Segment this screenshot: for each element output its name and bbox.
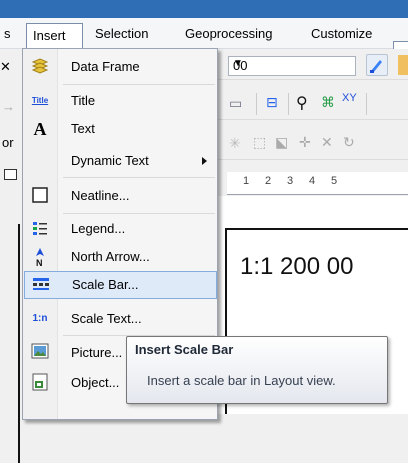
menu-item-label: Neatline... (71, 188, 130, 203)
menu-separator (63, 84, 215, 85)
submenu-arrow-icon (202, 157, 207, 165)
menu-item-insert[interactable]: Insert (26, 23, 83, 48)
ruler-label: 3 (287, 175, 294, 187)
sliver-label: or (2, 135, 14, 150)
move-icon[interactable]: ✛ (299, 134, 311, 151)
horizontal-ruler: 1 2 3 4 5 (227, 172, 408, 195)
menu-item-scale-text[interactable]: 1:n Scale Text... (24, 305, 217, 333)
menu-item-label: Title (71, 93, 96, 108)
scale-combo[interactable]: 00 ▼ (228, 56, 356, 76)
toolbar-separator (366, 93, 367, 115)
menu-item-text[interactable]: A Text (24, 115, 217, 143)
menu-item-dynamic-text[interactable]: Dynamic Text (24, 147, 217, 175)
menu-item-neatline[interactable]: Neatline... (24, 182, 217, 210)
binoculars-icon[interactable]: ⚲ (296, 93, 308, 113)
toolbar-icon-partial[interactable] (398, 55, 408, 75)
menu-item-label: Picture... (71, 345, 123, 360)
measure-icon[interactable]: ⊟ (266, 94, 278, 111)
tooltip-title: Insert Scale Bar (135, 342, 234, 357)
object-icon (29, 373, 51, 393)
scale-bar-icon (30, 276, 52, 296)
menu-item-label: Scale Text... (71, 311, 142, 326)
tooltip: Insert Scale Bar Insert a scale bar in L… (126, 336, 388, 404)
menu-item-label: Dynamic Text (71, 153, 149, 168)
menu-separator (63, 177, 215, 178)
menu-item-legend[interactable]: Legend... (24, 215, 217, 243)
menu-item-scale-bar[interactable]: Scale Bar... (24, 271, 217, 299)
menu-item-selection[interactable]: Selection (95, 24, 148, 44)
menu-item-partial[interactable]: s (4, 24, 11, 44)
toolbar-separator (288, 93, 289, 115)
data-frame-icon (29, 57, 51, 77)
scale-text-element[interactable]: 1:1 200 00 (240, 253, 353, 281)
north-arrow-icon: N (29, 247, 51, 268)
snap-icon[interactable]: ✳ (229, 135, 241, 152)
goto-xy-icon[interactable]: XY (342, 92, 357, 104)
toolbar-separator (256, 93, 257, 115)
picture-icon (29, 343, 51, 363)
hyperlink-icon[interactable]: ⌘ (321, 94, 335, 111)
pencil-icon (370, 60, 382, 73)
menu-item-geoprocessing[interactable]: Geoprocessing (185, 24, 272, 44)
left-toolbar-sliver: ✕ → or (0, 49, 23, 463)
toc-border (18, 224, 20, 463)
menu-item-label: Text (71, 121, 95, 136)
menu-separator (63, 213, 215, 214)
rotate-icon[interactable]: ↻ (343, 134, 355, 151)
menu-item-label: Legend... (71, 221, 126, 236)
ruler-label: 5 (331, 175, 338, 187)
menu-item-data-frame[interactable]: Data Frame (24, 53, 217, 81)
ruler-label: 4 (309, 175, 316, 187)
arrow-right-icon[interactable]: → (2, 99, 15, 114)
text-icon: A (33, 119, 47, 139)
editor-tool-button[interactable] (366, 54, 388, 76)
menu-item-label: North Arrow... (71, 249, 150, 264)
menu-item-label: Scale Bar... (72, 277, 139, 292)
menu-item-label: Object... (71, 375, 120, 390)
svg-text:N: N (36, 258, 43, 267)
chevron-down-icon[interactable]: ▼ (233, 58, 351, 69)
neatline-icon (29, 186, 51, 206)
ruler-label: 1 (243, 175, 250, 187)
menu-item-north-arrow[interactable]: N North Arrow... (24, 243, 217, 271)
tooltip-body: Insert a scale bar in Layout view. (147, 373, 336, 388)
legend-icon (29, 219, 51, 239)
menu-item-customize[interactable]: Customize (311, 24, 372, 44)
edit-vertices-icon[interactable]: ⬕ (275, 134, 288, 151)
cut-icon[interactable]: ✕ (321, 134, 333, 151)
frame-icon[interactable]: ⬚ (253, 134, 266, 151)
scale-text-icon: 1:n (32, 313, 48, 324)
close-icon[interactable]: ✕ (0, 59, 11, 75)
ruler-label: 2 (265, 175, 272, 187)
speech-icon[interactable]: ▭ (229, 95, 242, 112)
menu-item-title[interactable]: Title Title (24, 87, 217, 115)
window-title-strip (0, 0, 408, 18)
menu-item-label: Data Frame (71, 59, 140, 74)
window-icon[interactable] (4, 169, 17, 180)
title-icon: Title (31, 96, 49, 105)
